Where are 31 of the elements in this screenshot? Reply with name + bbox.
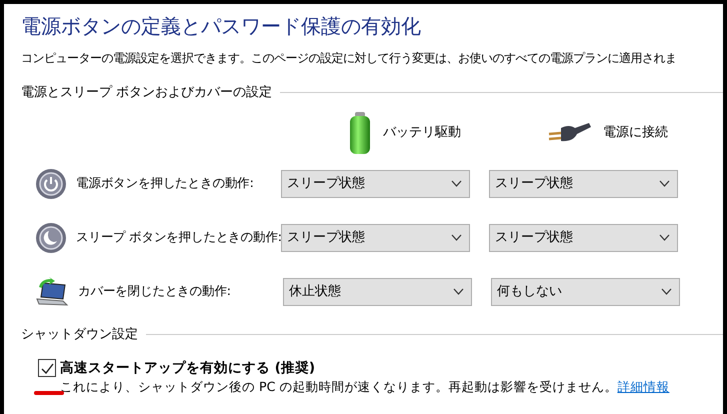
dropdown[interactable]: スリープ状態 <box>489 170 678 198</box>
battery-icon <box>349 110 371 154</box>
chevron-icon <box>453 288 464 295</box>
dropdown[interactable]: 休止状態 <box>283 278 472 306</box>
column-heading: 電源に接続 <box>603 124 668 142</box>
section-heading: シャットダウン設定 <box>21 326 138 344</box>
setting-label: カバーを閉じたときの動作: <box>77 282 232 300</box>
chevron-icon <box>659 234 670 241</box>
setting-label: スリープ ボタンを押したときの動作: <box>75 228 281 246</box>
check-icon <box>40 362 54 374</box>
chevron-icon <box>451 180 462 187</box>
setting-label: 電源ボタンを押したときの動作: <box>75 174 254 192</box>
checkbox[interactable] <box>38 359 56 378</box>
page-title: 電源ボタンの定義とパスワード保護の有効化 <box>21 13 422 39</box>
chevron-icon <box>451 234 462 241</box>
checkbox-label: 高速スタートアップを有効にする (推奨) <box>60 359 316 378</box>
dropdown[interactable]: スリープ状態 <box>489 224 678 252</box>
column-heading: バッテリ駆動 <box>383 124 461 142</box>
laptop-icon <box>35 276 69 306</box>
chevron-icon <box>659 180 670 187</box>
section-heading: 電源とスリープ ボタンおよびカバーの設定 <box>21 84 272 102</box>
chevron-icon <box>661 288 672 295</box>
dropdown[interactable]: スリープ状態 <box>281 170 470 198</box>
more-info-link[interactable]: 詳細情報 <box>617 379 670 394</box>
description-text: コンピューターの電源設定を選択できます。このページの設定に対して行う変更は、お使いのすべての電源プランに適用されま <box>21 50 678 67</box>
annotation-underline <box>34 391 64 395</box>
sleep-button-icon <box>35 222 67 254</box>
dropdown[interactable]: 何もしない <box>491 278 680 306</box>
dropdown[interactable]: スリープ状態 <box>281 224 470 252</box>
option-description: これにより、シャットダウン後の PC の起動時間が速くなります。再起動は影響を受けません。詳細情報 <box>60 378 670 396</box>
power-button-icon <box>35 168 67 200</box>
